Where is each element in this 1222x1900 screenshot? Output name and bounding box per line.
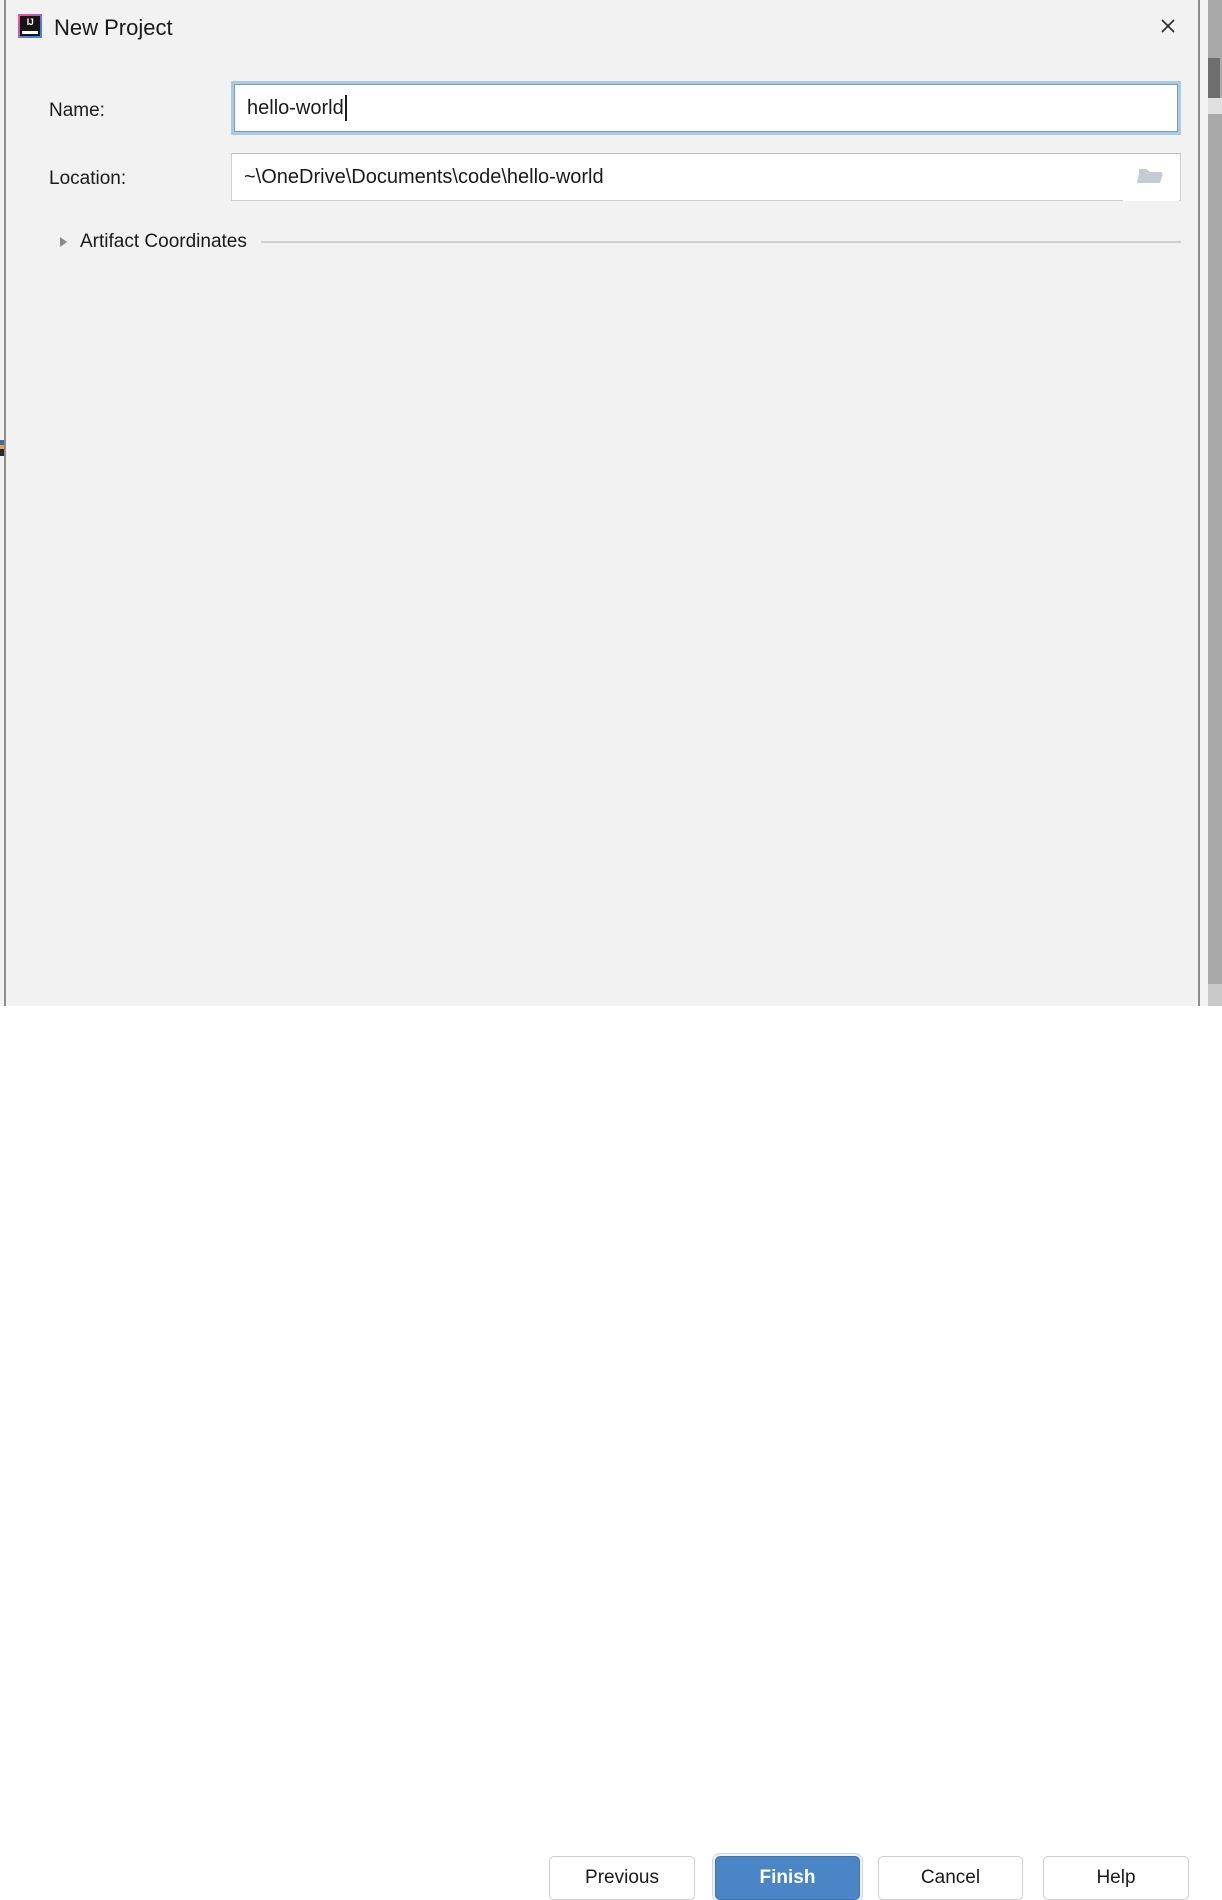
intellij-idea-icon: IJ bbox=[18, 14, 42, 38]
new-project-dialog: IJ New Project Name: hello-world Locatio… bbox=[6, 0, 1196, 1900]
dialog-button-bar: Previous Finish Cancel Help bbox=[6, 918, 1196, 1900]
location-label: Location: bbox=[49, 168, 127, 189]
help-button[interactable]: Help bbox=[1043, 1856, 1189, 1900]
name-input-value: hello-world bbox=[247, 97, 344, 119]
location-input-value: ~\OneDrive\Documents\code\hello-world bbox=[244, 166, 604, 188]
close-button[interactable] bbox=[1146, 6, 1190, 46]
app-icon-inner: IJ bbox=[20, 16, 40, 36]
artifact-coordinates-label: Artifact Coordinates bbox=[80, 231, 247, 252]
name-input-focus-ring: hello-world bbox=[231, 81, 1181, 135]
app-icon-letters: IJ bbox=[26, 17, 34, 27]
dialog-title-bar: IJ New Project bbox=[6, 0, 1196, 56]
close-icon bbox=[1158, 16, 1178, 36]
background-left-ui-fragment bbox=[0, 440, 4, 456]
name-label: Name: bbox=[49, 100, 105, 121]
background-scrollbar-track[interactable] bbox=[1208, 0, 1222, 1006]
finish-button[interactable]: Finish bbox=[715, 1856, 860, 1900]
previous-button[interactable]: Previous bbox=[549, 1856, 695, 1900]
text-caret bbox=[344, 95, 347, 121]
artifact-coordinates-section[interactable]: Artifact Coordinates bbox=[56, 228, 1181, 256]
background-scrollbar-gap bbox=[1208, 98, 1222, 114]
cancel-button[interactable]: Cancel bbox=[878, 1856, 1023, 1900]
section-separator bbox=[260, 241, 1181, 243]
background-right-bottom-fragment bbox=[1208, 984, 1222, 1006]
name-input[interactable]: hello-world bbox=[234, 84, 1178, 132]
page-title: New Project bbox=[54, 15, 173, 40]
background-right-divider bbox=[1198, 0, 1200, 1006]
chevron-right-icon[interactable] bbox=[56, 235, 72, 249]
folder-icon bbox=[1136, 164, 1166, 193]
browse-folder-button[interactable] bbox=[1123, 155, 1179, 201]
location-input[interactable]: ~\OneDrive\Documents\code\hello-world bbox=[231, 153, 1181, 201]
background-scrollbar-thumb[interactable] bbox=[1208, 58, 1220, 98]
app-icon-underline bbox=[22, 31, 38, 34]
